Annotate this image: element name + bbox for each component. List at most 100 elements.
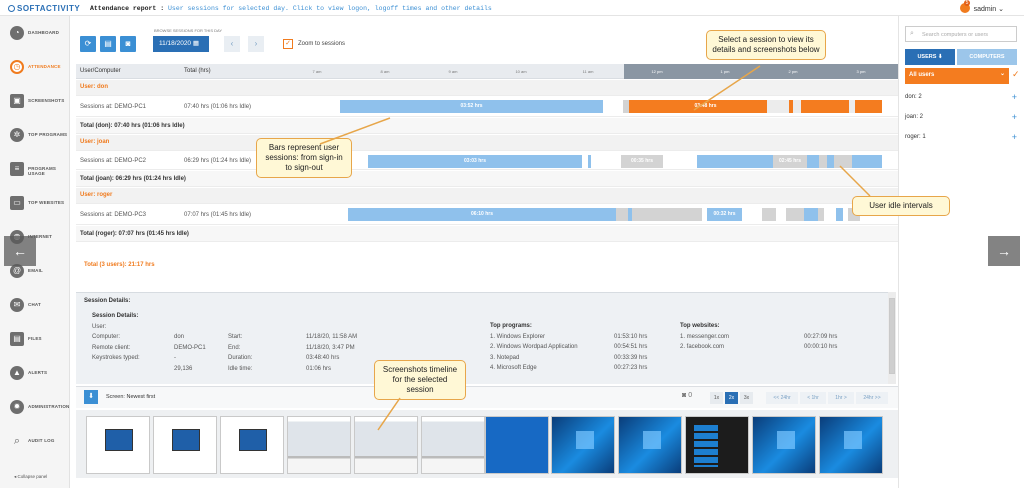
- previous-day-button[interactable]: ‹: [224, 36, 240, 52]
- plus-icon[interactable]: +: [1012, 112, 1017, 122]
- export-button[interactable]: ▤: [100, 36, 116, 52]
- zoom-3x-button[interactable]: 3x: [740, 392, 753, 404]
- user-row-roger[interactable]: User: roger: [76, 188, 898, 204]
- screenshot-thumbnail[interactable]: [752, 416, 816, 474]
- session-bar[interactable]: 03:52 hrs: [340, 100, 603, 113]
- detail-value: 01:06 hrs: [306, 365, 332, 372]
- user-row-don[interactable]: User: don: [76, 80, 898, 96]
- session-bar[interactable]: [804, 208, 818, 221]
- sidebar-item-dashboard[interactable]: ◔ DASHBOARD: [0, 16, 70, 50]
- next-day-button[interactable]: ›: [248, 36, 264, 52]
- download-button[interactable]: ⬇: [84, 390, 98, 404]
- idle-bar[interactable]: [818, 208, 824, 221]
- refresh-button[interactable]: ⟳: [80, 36, 96, 52]
- back-24hr-button[interactable]: << 24hr: [766, 392, 798, 404]
- idle-bar[interactable]: [762, 208, 776, 221]
- user-menu[interactable]: 5 sadmin ⌄: [959, 0, 1004, 13]
- screenshot-button[interactable]: ◙: [120, 36, 136, 52]
- previous-slide-button[interactable]: ←: [4, 236, 36, 266]
- session-bar[interactable]: [827, 155, 834, 168]
- plus-icon[interactable]: +: [1012, 132, 1017, 142]
- next-slide-button[interactable]: →: [988, 236, 1020, 266]
- user-list-item[interactable]: roger: 1 +: [905, 132, 1017, 142]
- selected-session-bar[interactable]: [855, 100, 882, 113]
- session-bar[interactable]: 00:32 hrs: [707, 208, 742, 221]
- website-item[interactable]: 2. facebook.com: [680, 342, 729, 353]
- screenshot-thumbnail[interactable]: [220, 416, 284, 474]
- windows-logo: [643, 431, 661, 449]
- sidebar-item-programs-usage[interactable]: ≡ PROGRAMS USAGE: [0, 152, 70, 186]
- screenshot-thumbnail[interactable]: [354, 416, 418, 474]
- screenshot-thumbnail[interactable]: [685, 416, 749, 474]
- forward-1hr-button[interactable]: 1hr >: [828, 392, 854, 404]
- idle-bar[interactable]: 02:45 hrs: [773, 155, 807, 168]
- screenshot-thumbnail[interactable]: [153, 416, 217, 474]
- idle-bar[interactable]: [819, 155, 827, 168]
- session-bar[interactable]: [697, 155, 773, 168]
- column-total: Total (hrs): [184, 68, 211, 74]
- session-bar[interactable]: [836, 208, 843, 221]
- session-computer: Sessions at: DEMO-PC2: [80, 158, 147, 164]
- session-bar[interactable]: 03:03 hrs: [368, 155, 582, 168]
- screenshot-thumbnail[interactable]: [86, 416, 150, 474]
- zoom-to-sessions-checkbox[interactable]: ✓: [283, 39, 293, 49]
- screenshot-thumbnail[interactable]: [618, 416, 682, 474]
- sidebar-item-top-websites[interactable]: ▭ TOP WEBSITES: [0, 186, 70, 220]
- all-users-select[interactable]: All users ⌄: [905, 68, 1009, 84]
- tab-users[interactable]: USERS ⬇: [905, 49, 955, 65]
- callout-text: User idle intervals: [869, 201, 933, 210]
- selected-session-bar[interactable]: 03:48 hrs: [629, 100, 782, 113]
- idle-bar[interactable]: [786, 208, 804, 221]
- sidebar-item-audit-log[interactable]: ⌕ AUDIT LOG: [0, 424, 70, 458]
- idle-bar[interactable]: [616, 208, 628, 221]
- session-row-don[interactable]: Sessions at: DEMO-PC1 07:40 hrs (01:06 h…: [76, 97, 898, 117]
- screenshot-thumbnail[interactable]: [485, 416, 549, 474]
- sidebar-item-administration[interactable]: ✹ ADMINISTRATION: [0, 390, 70, 424]
- plus-icon[interactable]: +: [1012, 92, 1017, 102]
- app-logo[interactable]: SOFTACTIVITY: [8, 4, 80, 13]
- sidebar-item-chat[interactable]: ✉ CHAT: [0, 288, 70, 322]
- session-bar[interactable]: [807, 155, 819, 168]
- windows-logo: [777, 431, 795, 449]
- idle-bar[interactable]: [632, 208, 702, 221]
- detail-label: Keystrokes typed:: [92, 355, 140, 361]
- search-input[interactable]: ⌕ Search computers or users: [905, 26, 1017, 42]
- user-list-item[interactable]: joan: 2 +: [905, 112, 1017, 122]
- session-row-joan[interactable]: Sessions at: DEMO-PC2 06:29 hrs (01:24 h…: [76, 152, 898, 170]
- sidebar-item-screenshots[interactable]: ▣ SCREENSHOTS: [0, 84, 70, 118]
- user-list-item[interactable]: don: 2 +: [905, 92, 1017, 102]
- session-row-roger[interactable]: Sessions at: DEMO-PC3 07:07 hrs (01:45 h…: [76, 205, 898, 225]
- selected-session-bar[interactable]: [801, 100, 849, 113]
- idle-bar[interactable]: [767, 100, 789, 113]
- zoom-2x-button[interactable]: 2x: [725, 392, 738, 404]
- details-scrollbar[interactable]: [888, 292, 896, 384]
- back-1hr-button[interactable]: < 1hr: [800, 392, 826, 404]
- screenshot-thumbnail[interactable]: [551, 416, 615, 474]
- sidebar-item-files[interactable]: ▤ FILES: [0, 322, 70, 356]
- screenshot-thumbnail[interactable]: [421, 416, 485, 474]
- calendar-icon: ▦: [192, 40, 200, 47]
- screenshot-thumbnail[interactable]: [287, 416, 351, 474]
- forward-24hr-button[interactable]: 24hr >>: [856, 392, 888, 404]
- sidebar-item-top-programs[interactable]: ✲ TOP PROGRAMS: [0, 118, 70, 152]
- session-bar[interactable]: [588, 155, 591, 168]
- session-bar[interactable]: 06:10 hrs: [348, 208, 616, 221]
- screenshot-thumbnail[interactable]: [819, 416, 883, 474]
- program-time: 00:33:39 hrs: [614, 354, 648, 361]
- session-bar[interactable]: 00:35 hrs: [621, 155, 663, 168]
- user-row-joan[interactable]: User: joan: [76, 135, 898, 151]
- idle-bar[interactable]: [793, 100, 801, 113]
- website-item[interactable]: 1. messenger.com: [680, 332, 729, 343]
- search-icon: ⌕: [910, 30, 914, 37]
- scrollbar-thumb[interactable]: [889, 298, 895, 374]
- callout-select-session: Select a session to view its details and…: [706, 30, 826, 60]
- session-bar[interactable]: [852, 155, 882, 168]
- idle-bar[interactable]: [834, 155, 852, 168]
- sidebar-item-alerts[interactable]: ▲ ALERTS: [0, 356, 70, 390]
- collapse-panel-button[interactable]: ◂ Collapse panel: [14, 474, 47, 480]
- zoom-1x-button[interactable]: 1x: [710, 392, 723, 404]
- tab-computers[interactable]: COMPUTERS: [957, 49, 1017, 65]
- file-icon: ▤: [10, 332, 24, 346]
- date-picker[interactable]: 11/18/2020 ▦: [153, 36, 209, 52]
- sidebar-item-attendance[interactable]: ◷ ATTENDANCE: [0, 50, 70, 84]
